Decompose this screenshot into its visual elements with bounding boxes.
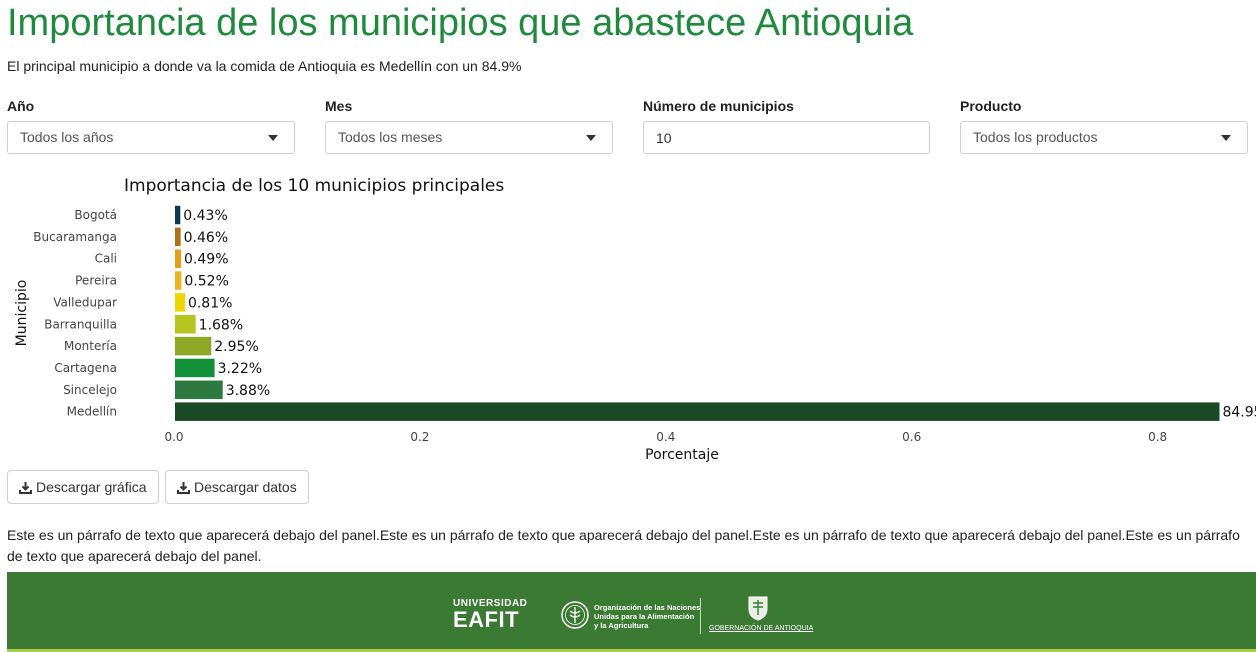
eafit-logo-line2: EAFIT bbox=[453, 607, 520, 632]
bar-data-label: 0.49% bbox=[184, 252, 228, 268]
y-tick-label: Bogotá bbox=[74, 208, 117, 222]
y-tick-label: Bucaramanga bbox=[33, 230, 117, 244]
x-tick-label: 0.0 bbox=[164, 430, 183, 444]
chart-bar bbox=[175, 293, 185, 312]
y-tick-label: Pereira bbox=[75, 274, 117, 288]
chart-bar bbox=[175, 271, 182, 290]
bar-data-label: 84.95% bbox=[1222, 405, 1256, 421]
bar-data-label: 3.88% bbox=[226, 383, 270, 399]
chart-bar bbox=[175, 227, 181, 247]
page-title: Importancia de los municipios que abaste… bbox=[7, 2, 914, 44]
year-filter-label: Año bbox=[7, 98, 35, 114]
y-tick-label: Montería bbox=[64, 339, 117, 353]
bar-data-label: 2.95% bbox=[214, 339, 258, 355]
municipality-count-input[interactable] bbox=[643, 121, 930, 154]
product-filter-label: Producto bbox=[960, 98, 1022, 114]
bar-data-label: 0.43% bbox=[183, 208, 227, 224]
footer-divider bbox=[700, 598, 701, 634]
chart-bar bbox=[175, 358, 215, 378]
y-tick-label: Cali bbox=[95, 252, 117, 266]
bar-data-label: 3.22% bbox=[218, 361, 262, 377]
download-chart-button[interactable]: Descargar gráfica bbox=[7, 470, 159, 504]
year-select-value: Todos los años bbox=[20, 129, 114, 145]
month-select[interactable]: Todos los meses bbox=[325, 121, 613, 154]
fao-logo-text: Organización de las Naciones Unidas para… bbox=[594, 603, 700, 630]
y-tick-label: Sincelejo bbox=[63, 383, 117, 397]
chevron-down-icon bbox=[1221, 135, 1231, 141]
y-tick-label: Valledupar bbox=[53, 295, 117, 309]
bar-data-label: 0.46% bbox=[184, 230, 228, 246]
x-tick-label: 0.6 bbox=[902, 430, 921, 444]
footer-banner: UNIVERSIDAD EAFIT Organización de las Na… bbox=[7, 572, 1256, 652]
y-axis-label: Municipio bbox=[14, 280, 30, 347]
fao-text-line2: Unidas para la Alimentación bbox=[594, 612, 695, 621]
bar-chart: Importancia de los 10 municipios princip… bbox=[14, 176, 1256, 463]
bar-data-label: 0.81% bbox=[188, 295, 232, 311]
x-axis-label: Porcentaje bbox=[645, 447, 719, 463]
bar-data-label: 1.68% bbox=[199, 317, 243, 333]
chart-bar bbox=[175, 249, 182, 268]
download-icon bbox=[177, 482, 190, 494]
chart-bar bbox=[175, 205, 181, 225]
month-select-value: Todos los meses bbox=[338, 129, 443, 145]
page-subtitle: El principal municipio a donde va la com… bbox=[7, 58, 522, 74]
chart-bar bbox=[175, 402, 1220, 421]
x-tick-label: 0.4 bbox=[656, 430, 675, 444]
gobernacion-logo-text: GOBERNACIÓN DE ANTIOQUIA bbox=[709, 625, 814, 632]
product-select[interactable]: Todos los productos bbox=[960, 121, 1248, 154]
eafit-logo: UNIVERSIDAD EAFIT bbox=[453, 598, 527, 631]
bar-data-label: 0.52% bbox=[184, 274, 228, 290]
chevron-down-icon bbox=[586, 135, 596, 141]
y-tick-label: Cartagena bbox=[54, 361, 117, 375]
fao-logo-icon bbox=[561, 601, 589, 629]
chart-bar bbox=[175, 380, 223, 400]
download-data-button[interactable]: Descargar datos bbox=[165, 470, 309, 504]
chart-bar bbox=[175, 315, 196, 334]
count-filter-label: Número de municipios bbox=[643, 98, 794, 114]
product-select-value: Todos los productos bbox=[973, 129, 1098, 145]
body-paragraph: Este es un párrafo de texto que aparecer… bbox=[7, 527, 1240, 564]
antioquia-shield-icon bbox=[748, 596, 768, 621]
x-tick-label: 0.8 bbox=[1148, 430, 1167, 444]
fao-text-line1: Organización de las Naciones bbox=[594, 603, 701, 612]
download-chart-label: Descargar gráfica bbox=[36, 479, 147, 495]
chart-bar bbox=[175, 336, 212, 356]
y-tick-label: Barranquilla bbox=[44, 317, 117, 331]
year-select[interactable]: Todos los años bbox=[7, 121, 295, 154]
download-data-label: Descargar datos bbox=[194, 479, 297, 495]
y-tick-label: Medellín bbox=[67, 405, 117, 419]
month-filter-label: Mes bbox=[325, 98, 353, 114]
x-tick-label: 0.2 bbox=[410, 430, 429, 444]
download-icon bbox=[19, 482, 32, 494]
fao-text-line3: y la Agricultura bbox=[594, 621, 649, 630]
chevron-down-icon bbox=[268, 135, 278, 141]
chart-title: Importancia de los 10 municipios princip… bbox=[124, 176, 504, 196]
